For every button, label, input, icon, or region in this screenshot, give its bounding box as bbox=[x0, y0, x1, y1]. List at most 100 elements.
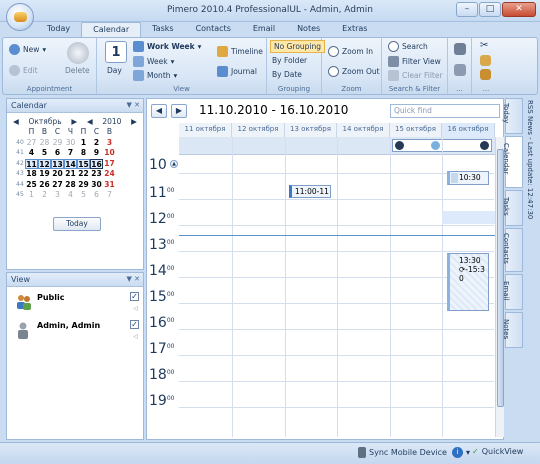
day-cell[interactable]: 10 bbox=[103, 148, 116, 159]
day-cell-selected[interactable]: 11 bbox=[25, 158, 38, 169]
day-cell-selected[interactable]: 13 bbox=[51, 158, 64, 169]
tab-today[interactable]: Today bbox=[36, 22, 81, 37]
year-label[interactable]: 2010 bbox=[102, 117, 121, 126]
day-cell[interactable]: 25 bbox=[25, 180, 38, 191]
day-header[interactable]: 11 октября bbox=[179, 123, 232, 137]
day-cell[interactable]: 21 bbox=[64, 169, 77, 180]
day-column[interactable] bbox=[390, 137, 391, 437]
user-row-admin[interactable]: Admin, Admin ✓ ◁ bbox=[7, 319, 143, 347]
day-cell[interactable]: 7 bbox=[64, 148, 77, 159]
day-cell[interactable]: 5 bbox=[77, 190, 90, 201]
day-column[interactable] bbox=[285, 137, 286, 437]
day-column[interactable] bbox=[232, 137, 233, 437]
day-header[interactable]: 14 октября bbox=[337, 123, 390, 137]
quickview-button[interactable]: ✓ QuickView bbox=[472, 447, 523, 456]
day-cell[interactable]: 29 bbox=[51, 138, 64, 149]
day-cell[interactable]: 22 bbox=[77, 169, 90, 180]
tab-email[interactable]: Email bbox=[242, 22, 286, 37]
day-cell[interactable]: 1 bbox=[25, 190, 38, 201]
day-cell[interactable]: 19 bbox=[38, 169, 51, 180]
journal-button[interactable]: Journal bbox=[217, 66, 257, 77]
day-cell[interactable]: 2 bbox=[90, 138, 103, 149]
panel-pin-icon[interactable]: ▼ ✕ bbox=[127, 99, 140, 112]
no-grouping-button[interactable]: No Grouping bbox=[270, 40, 326, 53]
day-cell[interactable]: 3 bbox=[103, 138, 116, 149]
delete-button[interactable]: Delete bbox=[65, 66, 90, 75]
day-cell[interactable]: 8 bbox=[77, 148, 90, 159]
day-cell[interactable]: 24 bbox=[103, 169, 116, 180]
user-visible-checkbox[interactable]: ✓ bbox=[130, 320, 139, 329]
vtab-calendar[interactable]: Calendar bbox=[502, 136, 523, 188]
sync-mobile-button[interactable]: Sync Mobile Device bbox=[358, 447, 447, 458]
scroll-up-icon[interactable]: ▲ bbox=[170, 160, 178, 168]
info-button[interactable]: i ▾ bbox=[452, 447, 470, 458]
day-column-today[interactable] bbox=[442, 137, 443, 437]
tab-tasks[interactable]: Tasks bbox=[141, 22, 184, 37]
day-cell[interactable]: 2 bbox=[38, 190, 51, 201]
day-cell[interactable]: 28 bbox=[64, 180, 77, 191]
close-button[interactable]: ✕ bbox=[502, 2, 536, 17]
vtab-today[interactable]: Today bbox=[502, 98, 523, 134]
tab-contacts[interactable]: Contacts bbox=[185, 22, 242, 37]
prev-month-icon[interactable]: ◀ bbox=[13, 117, 19, 126]
day-header[interactable]: 15 октября bbox=[390, 123, 442, 137]
day-header-today[interactable]: 16 октября bbox=[442, 123, 495, 137]
day-cell[interactable]: 29 bbox=[77, 180, 90, 191]
day-cell[interactable]: 6 bbox=[51, 148, 64, 159]
day-cell[interactable]: 3 bbox=[51, 190, 64, 201]
user-visible-checkbox[interactable]: ✓ bbox=[130, 292, 139, 301]
user-color-icon[interactable]: ◁ bbox=[133, 305, 138, 312]
tab-extras[interactable]: Extras bbox=[331, 22, 378, 37]
prev-range-button[interactable]: ◀ bbox=[151, 104, 167, 118]
next-range-button[interactable]: ▶ bbox=[171, 104, 187, 118]
month-label[interactable]: Октябрь bbox=[29, 117, 62, 126]
day-cell[interactable]: 1 bbox=[77, 138, 90, 149]
vtab-contacts[interactable]: Contacts bbox=[502, 228, 523, 272]
day-cell[interactable]: 4 bbox=[64, 190, 77, 201]
today-button[interactable]: Today bbox=[53, 217, 101, 231]
print-preview-icon[interactable] bbox=[454, 64, 466, 76]
by-date-button[interactable]: By Date bbox=[272, 70, 302, 79]
day-cell[interactable]: 7 bbox=[103, 190, 116, 201]
new-button[interactable]: New ▾ bbox=[9, 44, 46, 55]
user-color-icon[interactable]: ◁ bbox=[133, 333, 138, 340]
next-year-icon[interactable]: ▶ bbox=[131, 117, 137, 126]
print-icon[interactable] bbox=[454, 43, 466, 55]
day-cell[interactable]: 4 bbox=[25, 148, 38, 159]
day-cell[interactable]: 17 bbox=[103, 159, 116, 170]
week-button[interactable]: Week ▾ bbox=[133, 56, 174, 67]
day-cell[interactable]: 28 bbox=[38, 138, 51, 149]
next-month-icon[interactable]: ▶ bbox=[71, 117, 77, 126]
day-cell[interactable]: 26 bbox=[38, 180, 51, 191]
day-header[interactable]: 12 октября bbox=[232, 123, 285, 137]
filter-view-button[interactable]: Filter View bbox=[388, 56, 441, 67]
copy-icon[interactable] bbox=[480, 55, 491, 66]
day-cell[interactable]: 6 bbox=[90, 190, 103, 201]
day-cell-selected[interactable]: 14 bbox=[64, 158, 77, 169]
month-button[interactable]: Month ▾ bbox=[133, 70, 177, 81]
day-cell[interactable]: 30 bbox=[90, 180, 103, 191]
minimize-button[interactable]: – bbox=[456, 2, 478, 17]
panel-pin-icon[interactable]: ▼ ✕ bbox=[127, 273, 140, 286]
zoom-out-button[interactable]: Zoom Out bbox=[328, 66, 380, 77]
rss-news-bar[interactable]: RSS News - Last update: 12:47:30 bbox=[523, 98, 537, 258]
day-cell[interactable]: 30 bbox=[64, 138, 77, 149]
cut-icon[interactable]: ✂ bbox=[480, 40, 488, 51]
day-header[interactable]: 13 октября bbox=[285, 123, 337, 137]
day-cell[interactable]: 20 bbox=[51, 169, 64, 180]
day-cell[interactable]: 31 bbox=[103, 180, 116, 191]
day-cell[interactable]: 5 bbox=[38, 148, 51, 159]
quick-find-input[interactable]: Quick find bbox=[390, 104, 500, 118]
day-cell[interactable]: 9 bbox=[90, 148, 103, 159]
day-view-button[interactable]: Day bbox=[107, 66, 122, 75]
appointment-recurring[interactable]: 13:30 ⟳-15:3 0 bbox=[447, 253, 489, 311]
vtab-email[interactable]: Email bbox=[502, 274, 523, 310]
tab-notes[interactable]: Notes bbox=[286, 22, 331, 37]
day-cell[interactable]: 18 bbox=[25, 169, 38, 180]
day-cell-selected[interactable]: 15 bbox=[77, 158, 90, 169]
vtab-notes[interactable]: Notes bbox=[502, 312, 523, 348]
by-folder-button[interactable]: By Folder bbox=[272, 56, 307, 65]
work-week-button[interactable]: Work Week ▾ bbox=[133, 41, 201, 52]
day-column[interactable] bbox=[337, 137, 338, 437]
user-row-public[interactable]: Public ✓ ◁ bbox=[7, 291, 143, 319]
